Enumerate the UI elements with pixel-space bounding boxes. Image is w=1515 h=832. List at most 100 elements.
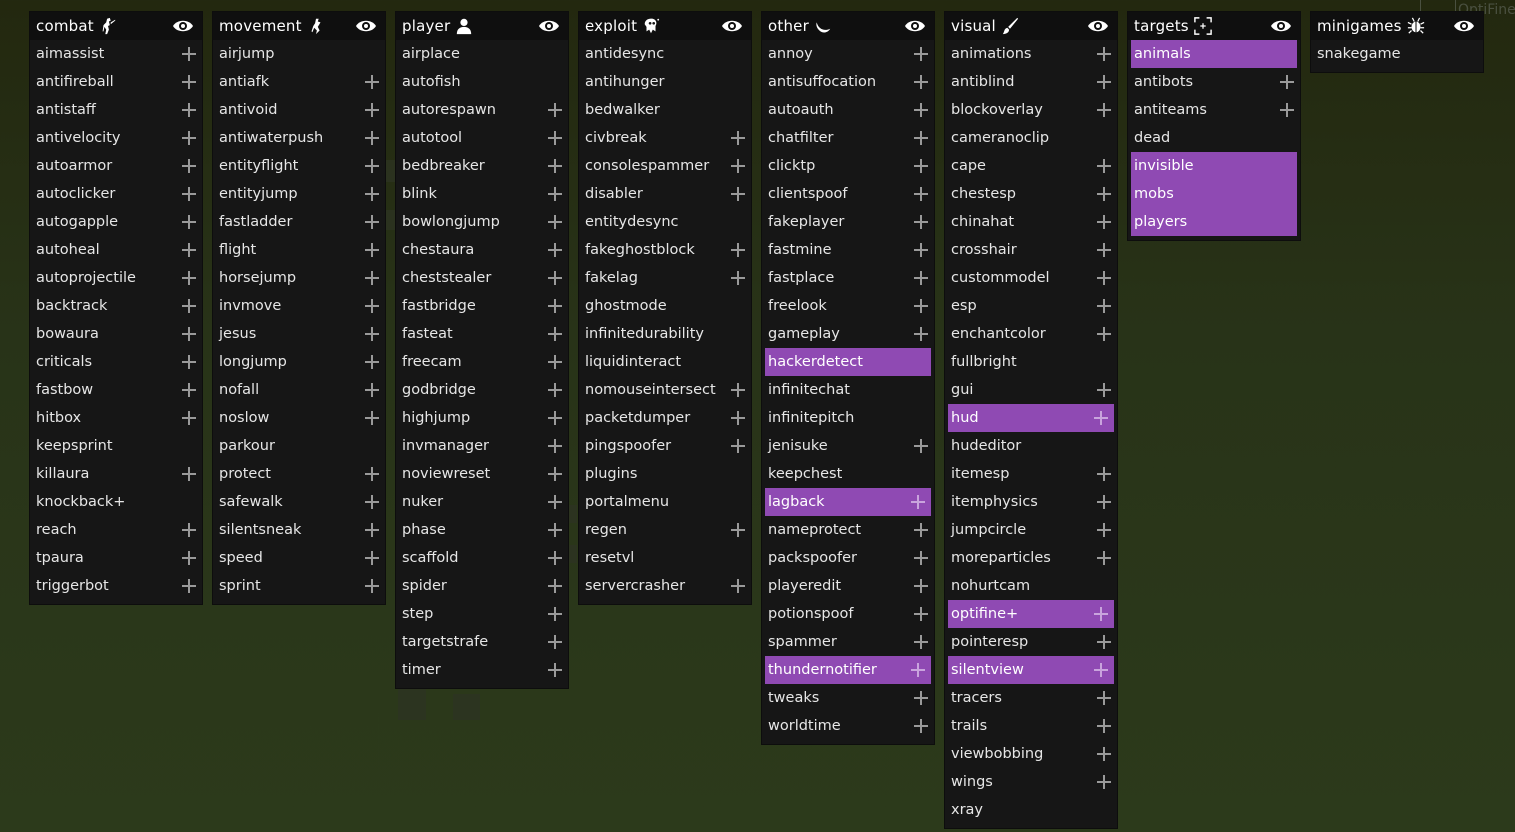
module-antivelocity[interactable]: antivelocity (30, 124, 202, 152)
module-triggerbot[interactable]: triggerbot (30, 572, 202, 600)
expand-settings-plus-icon[interactable] (548, 663, 562, 677)
expand-settings-plus-icon[interactable] (911, 495, 925, 509)
module-resetvl[interactable]: resetvl (579, 544, 751, 572)
module-pingspoofer[interactable]: pingspoofer (579, 432, 751, 460)
module-nomouseintersect[interactable]: nomouseintersect (579, 376, 751, 404)
expand-settings-plus-icon[interactable] (914, 691, 928, 705)
expand-settings-plus-icon[interactable] (548, 467, 562, 481)
expand-settings-plus-icon[interactable] (914, 439, 928, 453)
expand-settings-plus-icon[interactable] (1097, 271, 1111, 285)
expand-settings-plus-icon[interactable] (1097, 187, 1111, 201)
expand-settings-plus-icon[interactable] (1280, 75, 1294, 89)
module-autorespawn[interactable]: autorespawn (396, 96, 568, 124)
module-aimassist[interactable]: aimassist (30, 40, 202, 68)
module-packspoofer[interactable]: packspoofer (762, 544, 934, 572)
module-fastladder[interactable]: fastladder (213, 208, 385, 236)
module-autogapple[interactable]: autogapple (30, 208, 202, 236)
expand-settings-plus-icon[interactable] (365, 355, 379, 369)
module-hitbox[interactable]: hitbox (30, 404, 202, 432)
module-worldtime[interactable]: worldtime (762, 712, 934, 740)
expand-settings-plus-icon[interactable] (548, 103, 562, 117)
expand-settings-plus-icon[interactable] (365, 131, 379, 145)
module-blockoverlay[interactable]: blockoverlay (945, 96, 1117, 124)
module-trails[interactable]: trails (945, 712, 1117, 740)
module-spammer[interactable]: spammer (762, 628, 934, 656)
module-pointeresp[interactable]: pointeresp (945, 628, 1117, 656)
expand-settings-plus-icon[interactable] (548, 215, 562, 229)
panel-header-player[interactable]: player (396, 12, 568, 40)
module-moreparticles[interactable]: moreparticles (945, 544, 1117, 572)
expand-settings-plus-icon[interactable] (365, 495, 379, 509)
expand-settings-plus-icon[interactable] (1097, 299, 1111, 313)
expand-settings-plus-icon[interactable] (914, 579, 928, 593)
module-bedbreaker[interactable]: bedbreaker (396, 152, 568, 180)
expand-settings-plus-icon[interactable] (548, 411, 562, 425)
module-parkour[interactable]: parkour (213, 432, 385, 460)
module-infinitepitch[interactable]: infinitepitch (762, 404, 934, 432)
expand-settings-plus-icon[interactable] (365, 467, 379, 481)
module-safewalk[interactable]: safewalk (213, 488, 385, 516)
expand-settings-plus-icon[interactable] (1094, 411, 1108, 425)
expand-settings-plus-icon[interactable] (1097, 327, 1111, 341)
module-ghostmode[interactable]: ghostmode (579, 292, 751, 320)
module-autoauth[interactable]: autoauth (762, 96, 934, 124)
module-viewbobbing[interactable]: viewbobbing (945, 740, 1117, 768)
expand-settings-plus-icon[interactable] (731, 159, 745, 173)
module-autoheal[interactable]: autoheal (30, 236, 202, 264)
panel-header-minigames[interactable]: minigames (1311, 12, 1483, 40)
panel-header-movement[interactable]: movement (213, 12, 385, 40)
panel-header-combat[interactable]: combat (30, 12, 202, 40)
module-bedwalker[interactable]: bedwalker (579, 96, 751, 124)
module-tracers[interactable]: tracers (945, 684, 1117, 712)
module-clientspoof[interactable]: clientspoof (762, 180, 934, 208)
expand-settings-plus-icon[interactable] (1097, 47, 1111, 61)
expand-settings-plus-icon[interactable] (365, 75, 379, 89)
expand-settings-plus-icon[interactable] (182, 215, 196, 229)
expand-settings-plus-icon[interactable] (914, 159, 928, 173)
module-protect[interactable]: protect (213, 460, 385, 488)
module-playeredit[interactable]: playeredit (762, 572, 934, 600)
expand-settings-plus-icon[interactable] (548, 299, 562, 313)
module-noslow[interactable]: noslow (213, 404, 385, 432)
module-antiafk[interactable]: antiafk (213, 68, 385, 96)
module-cheststealer[interactable]: cheststealer (396, 264, 568, 292)
expand-settings-plus-icon[interactable] (914, 523, 928, 537)
module-killaura[interactable]: killaura (30, 460, 202, 488)
expand-settings-plus-icon[interactable] (1097, 75, 1111, 89)
module-nohurtcam[interactable]: nohurtcam (945, 572, 1117, 600)
expand-settings-plus-icon[interactable] (548, 635, 562, 649)
module-autoclicker[interactable]: autoclicker (30, 180, 202, 208)
expand-settings-plus-icon[interactable] (182, 523, 196, 537)
expand-settings-plus-icon[interactable] (731, 131, 745, 145)
expand-settings-plus-icon[interactable] (1097, 691, 1111, 705)
module-autoprojectile[interactable]: autoprojectile (30, 264, 202, 292)
eye-icon[interactable] (1453, 18, 1475, 34)
expand-settings-plus-icon[interactable] (1097, 103, 1111, 117)
module-thundernotifier[interactable]: thundernotifier (765, 656, 931, 684)
expand-settings-plus-icon[interactable] (365, 551, 379, 565)
expand-settings-plus-icon[interactable] (548, 355, 562, 369)
expand-settings-plus-icon[interactable] (182, 383, 196, 397)
expand-settings-plus-icon[interactable] (548, 495, 562, 509)
expand-settings-plus-icon[interactable] (548, 551, 562, 565)
module-civbreak[interactable]: civbreak (579, 124, 751, 152)
expand-settings-plus-icon[interactable] (182, 75, 196, 89)
module-itemesp[interactable]: itemesp (945, 460, 1117, 488)
module-criticals[interactable]: criticals (30, 348, 202, 376)
module-spider[interactable]: spider (396, 572, 568, 600)
expand-settings-plus-icon[interactable] (548, 327, 562, 341)
expand-settings-plus-icon[interactable] (731, 579, 745, 593)
module-fullbright[interactable]: fullbright (945, 348, 1117, 376)
module-players[interactable]: players (1131, 208, 1297, 236)
expand-settings-plus-icon[interactable] (1097, 635, 1111, 649)
panel-header-targets[interactable]: targets (1128, 12, 1300, 40)
expand-settings-plus-icon[interactable] (1097, 551, 1111, 565)
module-plugins[interactable]: plugins (579, 460, 751, 488)
module-jesus[interactable]: jesus (213, 320, 385, 348)
expand-settings-plus-icon[interactable] (914, 719, 928, 733)
module-potionspoof[interactable]: potionspoof (762, 600, 934, 628)
module-servercrasher[interactable]: servercrasher (579, 572, 751, 600)
module-silentsneak[interactable]: silentsneak (213, 516, 385, 544)
module-hud[interactable]: hud (948, 404, 1114, 432)
expand-settings-plus-icon[interactable] (182, 467, 196, 481)
